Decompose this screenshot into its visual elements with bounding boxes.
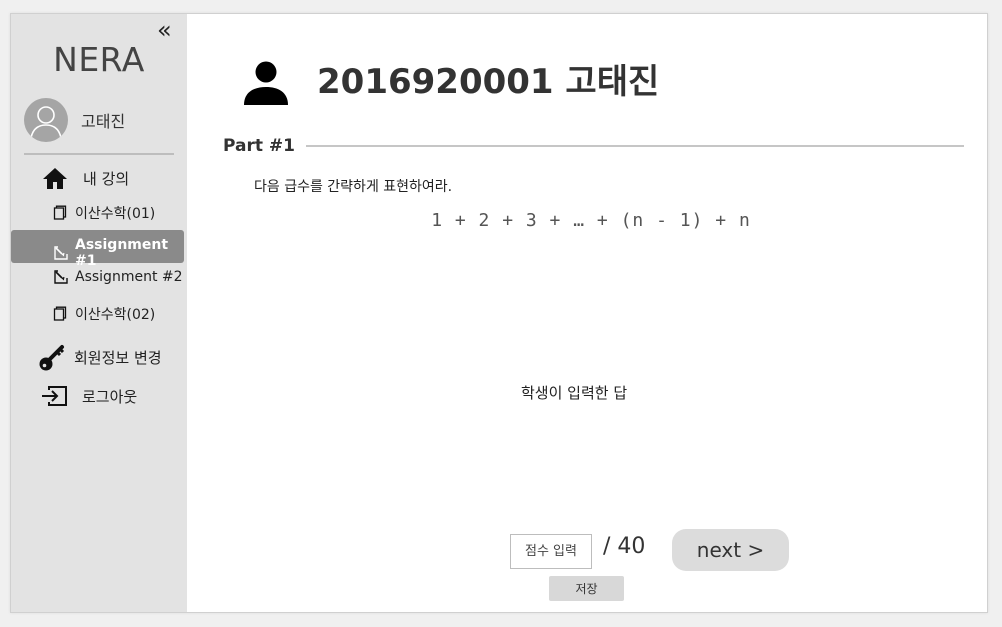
sidebar-item-course-02[interactable]: 이산수학(02): [53, 304, 155, 324]
app-logo: NERA: [53, 40, 145, 79]
double-chevron-left-icon[interactable]: «: [157, 18, 172, 42]
page-title: 2016920001 고태진: [317, 62, 660, 102]
sidebar-item-logout[interactable]: 로그아웃: [39, 384, 137, 408]
sidebar-divider: [24, 153, 174, 155]
sidebar-item-label: 로그아웃: [82, 387, 138, 406]
sidebar-item-my-courses[interactable]: 내 강의: [41, 166, 129, 190]
sidebar-item-assignment-1[interactable]: Assignment #1: [53, 237, 187, 269]
user-silhouette-icon: [30, 106, 62, 139]
sidebar-item-label: 이산수학(01): [75, 206, 156, 222]
app-window: « NERA 고태진 내 강의 이산수학(01) Assignment #1 A…: [10, 13, 988, 613]
score-input[interactable]: [510, 534, 592, 569]
question-formula: 1 + 2 + 3 + … + (n - 1) + n: [431, 210, 751, 231]
sidebar-item-label: 회원정보 변경: [74, 348, 162, 367]
student-answer: 학생이 입력한 답: [521, 384, 628, 402]
avatar: [24, 98, 68, 142]
user-name: 고태진: [81, 112, 126, 131]
sidebar-item-assignment-2[interactable]: Assignment #2: [53, 269, 183, 285]
notebook-icon: [53, 205, 67, 221]
logout-icon: [39, 384, 69, 408]
sidebar-item-course-01[interactable]: 이산수학(01): [53, 203, 155, 223]
user-profile: 고태진: [24, 98, 125, 142]
sidebar-item-label: 이산수학(02): [75, 307, 156, 323]
part-label: Part #1: [223, 136, 295, 156]
sidebar-item-label: Assignment #2: [75, 269, 183, 285]
score-total: / 40: [603, 534, 646, 559]
home-icon: [41, 166, 69, 190]
edit-icon: [53, 269, 69, 285]
notebook-icon: [53, 306, 67, 322]
sidebar-item-edit-profile[interactable]: 회원정보 변경: [38, 343, 162, 371]
sidebar-item-label: Assignment #1: [75, 237, 169, 269]
sidebar-item-label: 내 강의: [83, 169, 130, 188]
edit-icon: [53, 245, 69, 261]
next-button[interactable]: next >: [672, 529, 789, 571]
key-icon: [38, 343, 68, 371]
part-divider: [306, 145, 964, 147]
question-prompt: 다음 급수를 간략하게 표현하여라.: [254, 179, 453, 195]
save-button[interactable]: 저장: [549, 576, 624, 601]
sidebar: « NERA 고태진 내 강의 이산수학(01) Assignment #1 A…: [11, 14, 187, 612]
person-icon: [242, 60, 290, 110]
